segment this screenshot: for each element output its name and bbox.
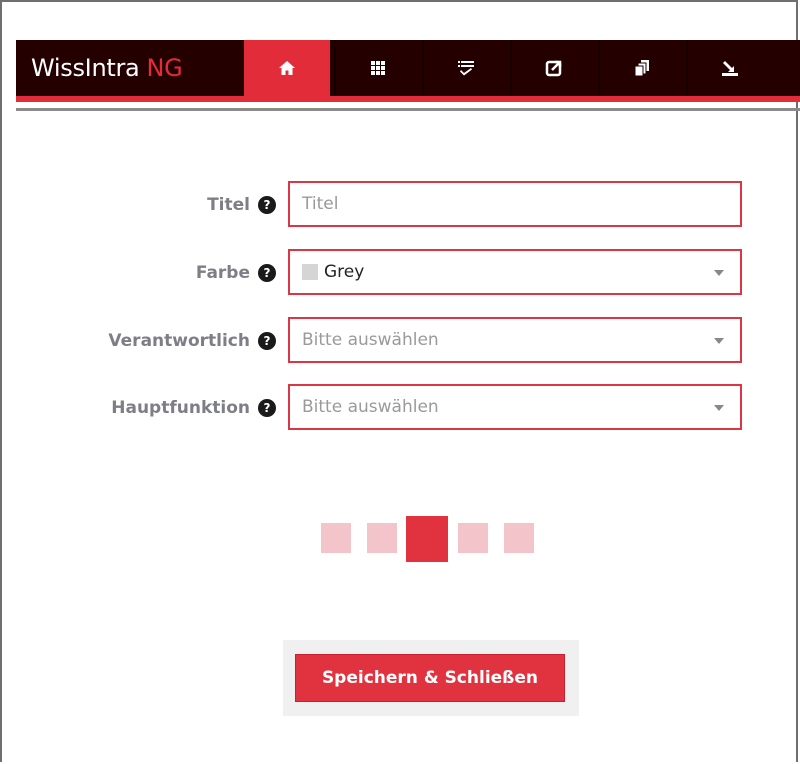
help-icon[interactable]: ? (258, 399, 276, 417)
farbe-value: Grey (324, 262, 365, 282)
save-and-close-button[interactable]: Speichern & Schließen (295, 654, 565, 702)
checklist-icon (458, 61, 474, 76)
titel-input[interactable]: Titel (288, 181, 742, 227)
loader-square-active (406, 516, 448, 562)
nav-tab-download[interactable] (686, 40, 772, 96)
titel-placeholder: Titel (302, 194, 339, 214)
loader-square (367, 523, 397, 553)
documents-icon (634, 60, 649, 77)
loader-square (321, 523, 351, 553)
loading-indicator (321, 514, 535, 562)
hauptfunktion-placeholder: Bitte auswählen (302, 397, 439, 417)
nav-tab-external-link[interactable] (510, 40, 596, 96)
download-icon (722, 61, 738, 76)
home-icon (279, 61, 295, 75)
verantwortlich-select[interactable]: Bitte auswählen (288, 317, 742, 363)
nav-tab-grid[interactable] (334, 40, 420, 96)
external-link-icon (545, 60, 562, 77)
nav-tab-checklist[interactable] (422, 40, 508, 96)
top-navigation-bar: WissIntra NG (16, 40, 800, 102)
form-row-hauptfunktion: Hauptfunktion ? Bitte auswählen (16, 384, 756, 432)
help-icon[interactable]: ? (258, 196, 276, 214)
loader-square (458, 523, 488, 553)
titel-label: Titel (207, 195, 250, 215)
logo-main-text: WissIntra (31, 54, 140, 82)
app-logo[interactable]: WissIntra NG (16, 40, 244, 96)
farbe-select[interactable]: Grey (288, 249, 742, 295)
help-icon[interactable]: ? (258, 332, 276, 350)
form-row-farbe: Farbe ? Grey (16, 249, 756, 297)
color-swatch (302, 264, 318, 280)
help-icon[interactable]: ? (258, 264, 276, 282)
chevron-down-icon (714, 405, 724, 411)
logo-accent-text: NG (146, 54, 183, 82)
verantwortlich-placeholder: Bitte auswählen (302, 330, 439, 350)
action-bar: Speichern & Schließen (283, 640, 579, 716)
chevron-down-icon (714, 270, 724, 276)
nav-tab-documents[interactable] (598, 40, 684, 96)
farbe-label: Farbe (195, 263, 250, 283)
chevron-down-icon (714, 338, 724, 344)
hauptfunktion-select[interactable]: Bitte auswählen (288, 384, 742, 430)
hauptfunktion-label: Hauptfunktion (111, 398, 250, 418)
nav-tab-home[interactable] (244, 40, 330, 96)
loader-square (504, 523, 534, 553)
grid-icon (371, 61, 385, 75)
form-row-verantwortlich: Verantwortlich ? Bitte auswählen (16, 317, 756, 365)
verantwortlich-label: Verantwortlich (108, 331, 250, 351)
nav-bottom-divider (16, 108, 800, 111)
form-row-titel: Titel ? Titel (16, 181, 756, 229)
